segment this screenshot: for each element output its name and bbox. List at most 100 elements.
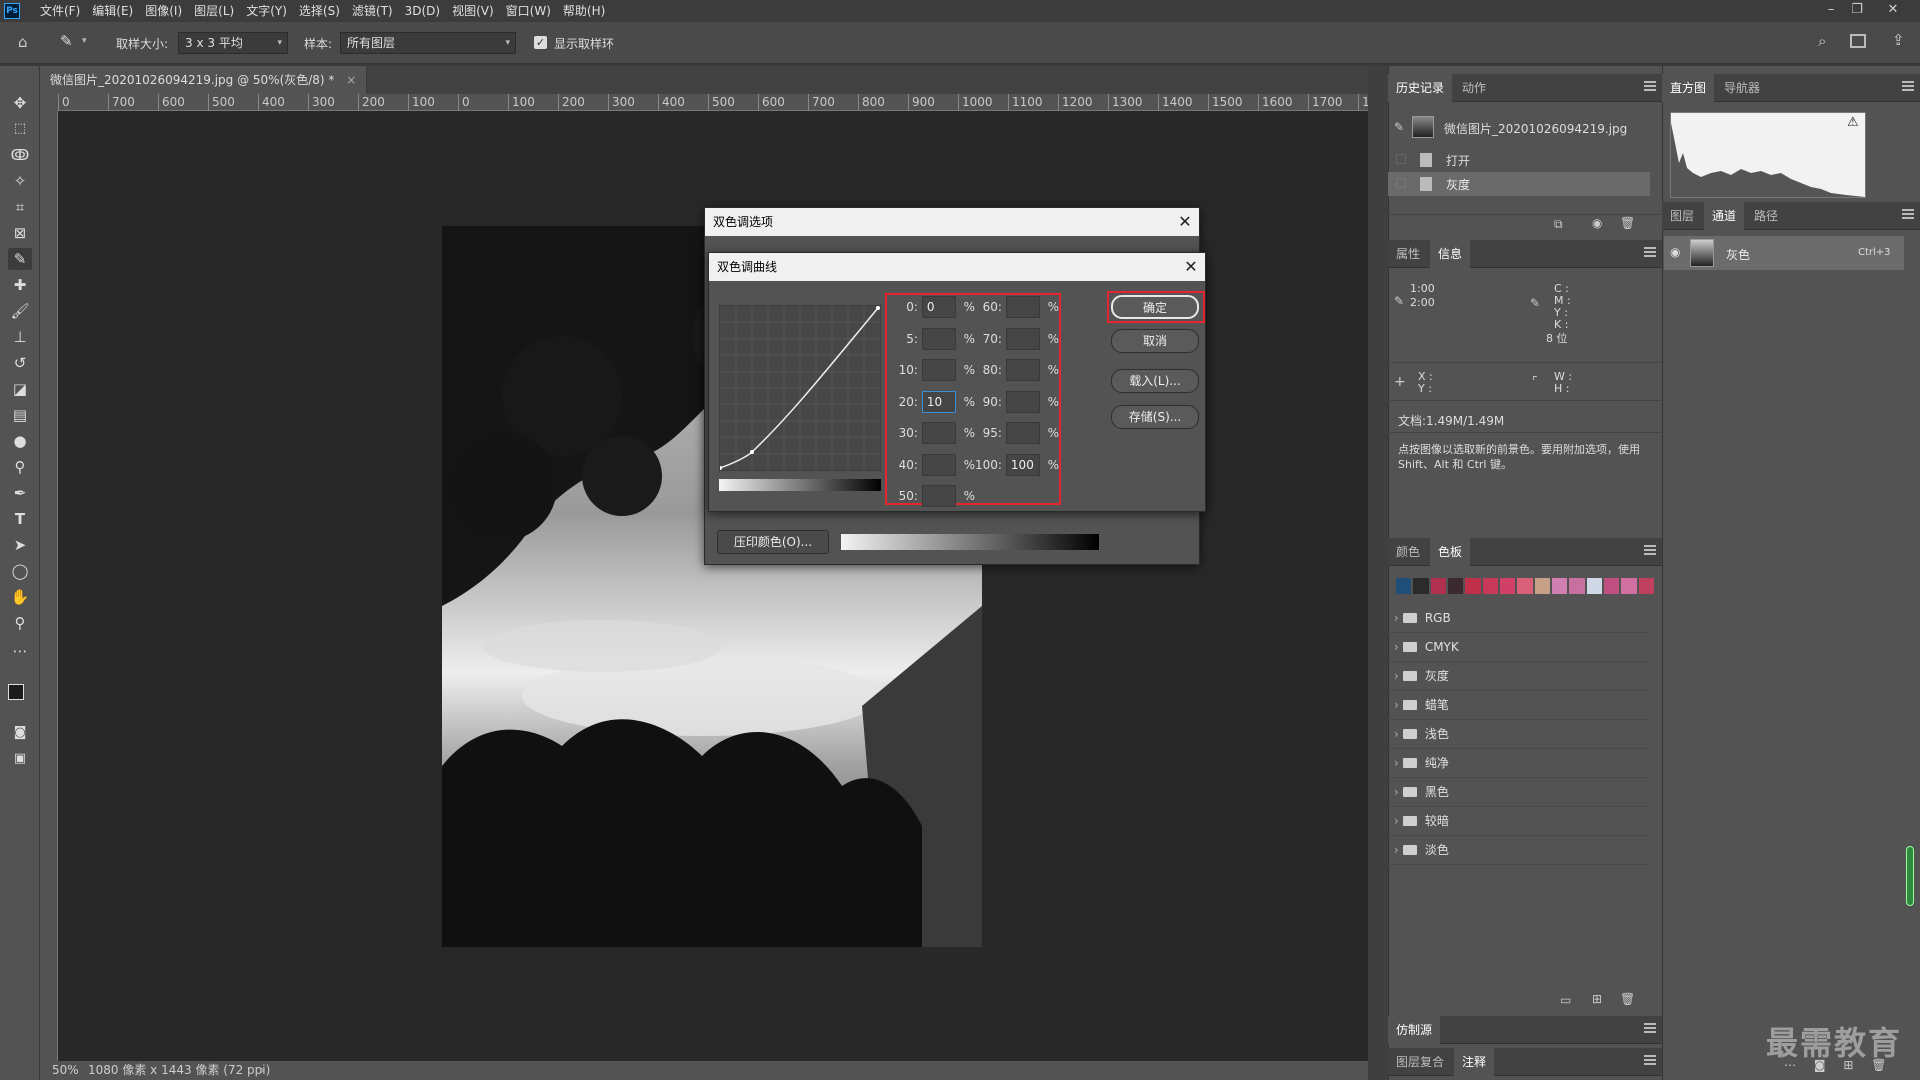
chevron-right-icon[interactable]: ›: [1394, 756, 1399, 770]
channel-row[interactable]: ◉ 灰色 Ctrl+3: [1664, 236, 1904, 270]
trash-icon[interactable]: 🗑: [1871, 1058, 1886, 1072]
eraser-tool-icon[interactable]: ◪: [8, 378, 32, 400]
history-brush-tool-icon[interactable]: ↺: [8, 352, 32, 374]
tab-actions[interactable]: 动作: [1454, 74, 1494, 102]
share-icon[interactable]: ⇪: [1892, 31, 1905, 49]
percent-input[interactable]: [1005, 327, 1040, 350]
percent-input[interactable]: [1005, 296, 1040, 318]
menu-item[interactable]: 文件(F): [34, 0, 86, 22]
crop-tool-icon[interactable]: ⌗: [8, 196, 32, 218]
mask-icon[interactable]: ◙: [1814, 1058, 1826, 1072]
new-document-from-state-icon[interactable]: ⧉: [1554, 217, 1563, 232]
percent-input[interactable]: [921, 453, 956, 476]
eye-icon[interactable]: ◉: [1670, 245, 1680, 259]
history-snapshot[interactable]: ✎ 微信图片_20201026094219.jpg: [1388, 112, 1650, 144]
swatch-group-row[interactable]: › RGB: [1388, 604, 1650, 633]
menu-item[interactable]: 视图(V): [446, 0, 500, 22]
magic-wand-tool-icon[interactable]: ✧: [8, 170, 32, 192]
trash-icon[interactable]: 🗑: [1620, 216, 1635, 230]
new-channel-icon[interactable]: ⊞: [1843, 1058, 1853, 1072]
swatch-group-row[interactable]: › 纯净: [1388, 749, 1650, 778]
chevron-right-icon[interactable]: ›: [1394, 785, 1399, 799]
menu-item[interactable]: 图层(L): [188, 0, 240, 22]
tab-clone-source[interactable]: 仿制源: [1388, 1016, 1441, 1044]
menu-item[interactable]: 图像(I): [139, 0, 188, 22]
percent-input[interactable]: [921, 485, 956, 507]
swatch-group-row[interactable]: › CMYK: [1388, 633, 1650, 662]
color-swatch[interactable]: [1413, 578, 1429, 594]
restore-icon[interactable]: ❐: [1844, 0, 1870, 22]
menu-item[interactable]: 滤镜(T): [346, 0, 399, 22]
tab-notes[interactable]: 注释: [1454, 1048, 1495, 1076]
move-tool-icon[interactable]: ✥: [8, 92, 32, 114]
quick-mask-icon[interactable]: ◙: [8, 722, 32, 744]
percent-input[interactable]: [921, 327, 956, 350]
chevron-right-icon[interactable]: ›: [1394, 843, 1399, 857]
sample-select[interactable]: 所有图层 ▾: [340, 32, 516, 54]
chevron-right-icon[interactable]: ›: [1394, 698, 1399, 712]
menu-item[interactable]: 帮助(H): [557, 0, 611, 22]
sample-size-select[interactable]: 3 x 3 平均 ▾: [178, 32, 288, 54]
percent-input[interactable]: [921, 422, 956, 444]
save-button[interactable]: 存储(S)...: [1111, 405, 1199, 429]
type-tool-icon[interactable]: T: [8, 508, 32, 530]
more-tools-icon[interactable]: ⋯: [8, 640, 32, 662]
status-chevron-icon[interactable]: ›: [260, 1061, 265, 1080]
tool-preset-chevron-icon[interactable]: ▾: [82, 36, 87, 46]
panel-menu-icon[interactable]: [1644, 247, 1656, 257]
path-selection-tool-icon[interactable]: ➤: [8, 534, 32, 556]
eyedropper-tool-icon[interactable]: ✎: [60, 32, 73, 50]
curve-point[interactable]: [876, 306, 880, 310]
search-icon[interactable]: ⌕: [1818, 32, 1826, 50]
close-tab-icon[interactable]: ×: [346, 73, 356, 87]
pen-tool-icon[interactable]: ✒: [8, 482, 32, 504]
swatch-group-row[interactable]: › 黑色: [1388, 778, 1650, 807]
tab-color[interactable]: 颜色: [1388, 538, 1428, 566]
ok-button[interactable]: 确定: [1111, 295, 1199, 319]
color-swatch[interactable]: [1621, 578, 1637, 594]
menu-item[interactable]: 编辑(E): [86, 0, 139, 22]
color-swatch[interactable]: [1603, 578, 1620, 594]
swatch-group-row[interactable]: › 较暗: [1388, 807, 1650, 836]
tab-channels[interactable]: 通道: [1704, 202, 1745, 230]
chevron-right-icon[interactable]: ›: [1394, 640, 1399, 654]
tab-info[interactable]: 信息: [1430, 240, 1471, 268]
tab-swatches[interactable]: 色板: [1430, 538, 1471, 566]
panel-scroll-indicator[interactable]: [1906, 846, 1914, 906]
new-group-icon[interactable]: ▭: [1560, 993, 1571, 1007]
show-ring-checkbox[interactable]: ✓: [534, 36, 547, 49]
color-swatch[interactable]: [1551, 578, 1568, 594]
camera-icon[interactable]: ◉: [1592, 216, 1602, 230]
overprint-colors-button[interactable]: 压印颜色(O)...: [717, 530, 829, 554]
hand-tool-icon[interactable]: ✋: [8, 586, 32, 608]
cancel-button[interactable]: 取消: [1111, 329, 1199, 353]
menu-item[interactable]: 文字(Y): [240, 0, 293, 22]
percent-input[interactable]: 10: [921, 390, 956, 413]
percent-input[interactable]: [1005, 422, 1040, 444]
panel-menu-icon[interactable]: [1644, 1055, 1656, 1065]
color-swatch[interactable]: [1465, 578, 1481, 594]
tab-layers[interactable]: 图层: [1662, 202, 1702, 230]
ellipse-tool-icon[interactable]: ◯: [8, 560, 32, 582]
color-swatch[interactable]: [1517, 578, 1533, 594]
chevron-right-icon[interactable]: ›: [1394, 814, 1399, 828]
history-source-checkbox[interactable]: [1396, 178, 1406, 188]
swatch-group-row[interactable]: › 淡色: [1388, 836, 1650, 865]
panel-menu-icon[interactable]: [1644, 545, 1656, 555]
swatch-group-row[interactable]: › 灰度: [1388, 662, 1650, 691]
stamp-tool-icon[interactable]: ⊥: [8, 326, 32, 348]
color-swatch[interactable]: [1534, 578, 1550, 594]
panel-menu-icon[interactable]: [1902, 81, 1914, 91]
curve-graph[interactable]: [718, 305, 881, 471]
frame-tool-icon[interactable]: ⊠: [8, 222, 32, 244]
chevron-right-icon[interactable]: ›: [1394, 611, 1399, 625]
panel-menu-icon[interactable]: [1644, 81, 1656, 91]
gradient-tool-icon[interactable]: ▤: [8, 404, 32, 426]
chevron-right-icon[interactable]: ›: [1394, 669, 1399, 683]
menu-item[interactable]: 3D(D): [399, 0, 446, 22]
chevron-right-icon[interactable]: ›: [1394, 727, 1399, 741]
tab-navigator[interactable]: 导航器: [1716, 74, 1768, 102]
workspace-icon[interactable]: [1850, 34, 1866, 48]
screen-mode-icon[interactable]: ▣: [8, 748, 32, 770]
foreground-color-swatch[interactable]: [8, 684, 24, 700]
